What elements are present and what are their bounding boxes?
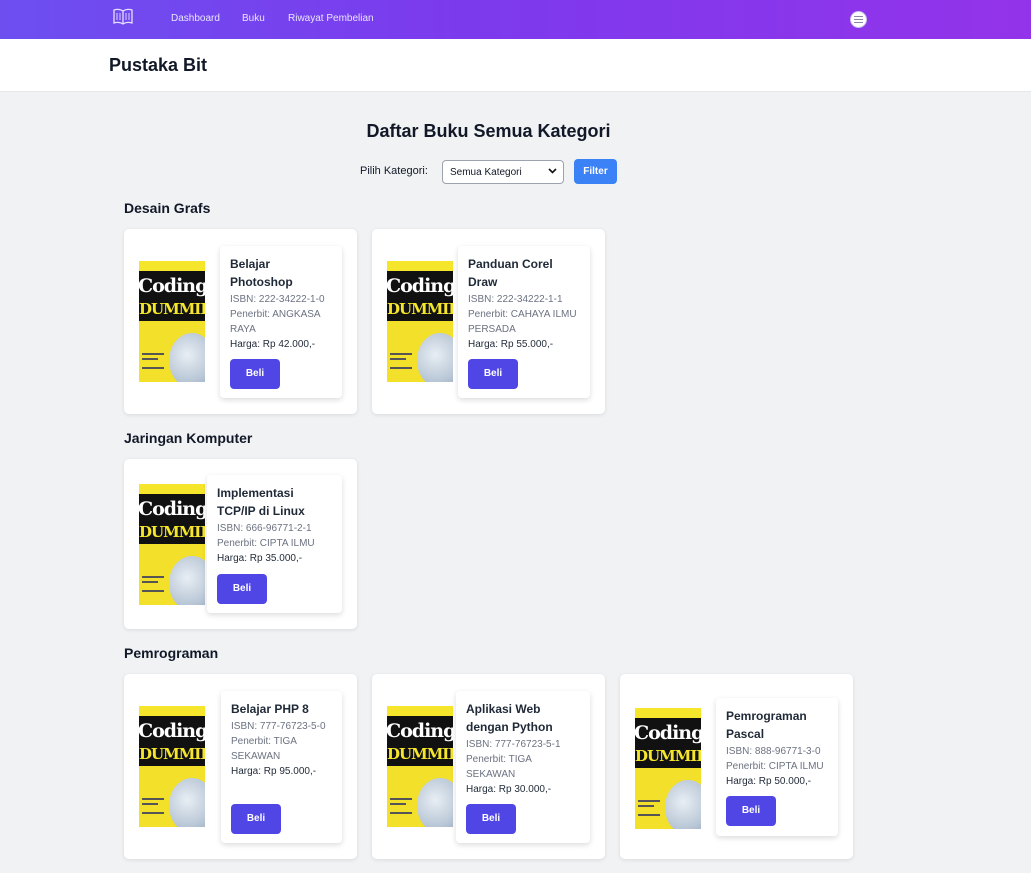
book-price: Harga: Rp 95.000,- [231, 766, 317, 777]
book-title: Aplikasi Web dengan Python [466, 702, 553, 734]
category-title-jaringan-komputer: Jaringan Komputer [124, 430, 253, 446]
book-info: Belajar PHP 8 ISBN: 777-76723-5-0 Penerb… [221, 691, 342, 843]
book-publisher: Penerbit: CIPTA ILMU [726, 761, 824, 772]
buy-button[interactable]: Beli [468, 359, 518, 389]
book-title: Panduan Corel Draw [468, 257, 553, 289]
book-publisher: Penerbit: ANGKASA RAYA [230, 309, 321, 335]
book-card: Coding DUMMIES Panduan Corel Draw ISBN: … [372, 229, 605, 414]
book-isbn: ISBN: 777-76723-5-1 [466, 739, 561, 750]
brand-title: Pustaka Bit [109, 55, 208, 75]
book-info: Panduan Corel Draw ISBN: 222-34222-1-1 P… [458, 246, 590, 398]
page-title: Daftar Buku Semua Kategori [366, 121, 611, 141]
category-select-value: Semua Kategori [450, 167, 522, 178]
book-isbn: ISBN: 666-96771-2-1 [217, 523, 312, 534]
book-cover-image: Coding DUMMIES [387, 706, 453, 827]
buy-button[interactable]: Beli [726, 796, 776, 826]
book-title: Implementasi TCP/IP di Linux [217, 486, 305, 518]
book-card: Coding DUMMIES Belajar PHP 8 ISBN: 777-7… [124, 674, 357, 859]
book-publisher: Penerbit: TIGA SEKAWAN [466, 754, 532, 780]
book-info: Pemrograman Pascal ISBN: 888-96771-3-0 P… [716, 698, 838, 836]
page-header: Pustaka Bit [0, 39, 1031, 92]
book-publisher: Penerbit: CIPTA ILMU [217, 538, 315, 549]
book-price: Harga: Rp 35.000,- [217, 553, 303, 564]
book-price: Harga: Rp 30.000,- [466, 784, 552, 795]
book-title: Belajar PHP 8 [231, 702, 309, 716]
book-logo-icon[interactable] [113, 8, 133, 26]
book-card: Coding DUMMIES Belajar Photoshop ISBN: 2… [124, 229, 357, 414]
book-publisher: Penerbit: CAHAYA ILMU PERSADA [468, 309, 577, 335]
nav-link-dashboard[interactable]: Dashboard [171, 13, 220, 24]
category-title-desain-grafis: Desain Grafs [124, 200, 211, 216]
book-cover-image: Coding DUMMIES [387, 261, 453, 382]
category-title-pemrograman: Pemrograman [124, 645, 219, 661]
book-price: Harga: Rp 55.000,- [468, 339, 554, 350]
book-isbn: ISBN: 888-96771-3-0 [726, 746, 821, 757]
filter-button[interactable]: Filter [574, 159, 617, 184]
top-navbar: Dashboard Buku Riwayat Pembelian [0, 0, 1031, 39]
buy-button[interactable]: Beli [230, 359, 280, 389]
book-cover-image: Coding DUMMIES [635, 708, 701, 829]
book-info: Belajar Photoshop ISBN: 222-34222-1-0 Pe… [220, 246, 342, 398]
category-select[interactable]: Semua Kategori [442, 160, 564, 184]
buy-button[interactable]: Beli [466, 804, 516, 834]
book-title: Belajar Photoshop [230, 257, 293, 289]
book-isbn: ISBN: 777-76723-5-0 [231, 721, 326, 732]
book-card: Coding DUMMIES Implementasi TCP/IP di Li… [124, 459, 357, 629]
book-price: Harga: Rp 50.000,- [726, 776, 812, 787]
book-publisher: Penerbit: TIGA SEKAWAN [231, 736, 297, 762]
nav-link-buku[interactable]: Buku [242, 13, 265, 24]
book-title: Pemrograman Pascal [726, 709, 807, 741]
book-card: Coding DUMMIES Aplikasi Web dengan Pytho… [372, 674, 605, 859]
nav-link-riwayat-pembelian[interactable]: Riwayat Pembelian [288, 13, 374, 24]
book-cover-image: Coding DUMMIES [139, 706, 205, 827]
book-card: Coding DUMMIES Pemrograman Pascal ISBN: … [620, 674, 853, 859]
user-menu-icon[interactable] [850, 11, 867, 28]
book-price: Harga: Rp 42.000,- [230, 339, 316, 350]
book-info: Aplikasi Web dengan Python ISBN: 777-767… [456, 691, 590, 843]
category-filter-label: Pilih Kategori: [360, 165, 428, 177]
book-info: Implementasi TCP/IP di Linux ISBN: 666-9… [207, 475, 342, 613]
book-isbn: ISBN: 222-34222-1-1 [468, 294, 563, 305]
chevron-down-icon [548, 168, 557, 174]
book-isbn: ISBN: 222-34222-1-0 [230, 294, 325, 305]
book-cover-image: Coding DUMMIES [139, 484, 205, 605]
buy-button[interactable]: Beli [217, 574, 267, 604]
buy-button[interactable]: Beli [231, 804, 281, 834]
book-cover-image: Coding DUMMIES [139, 261, 205, 382]
